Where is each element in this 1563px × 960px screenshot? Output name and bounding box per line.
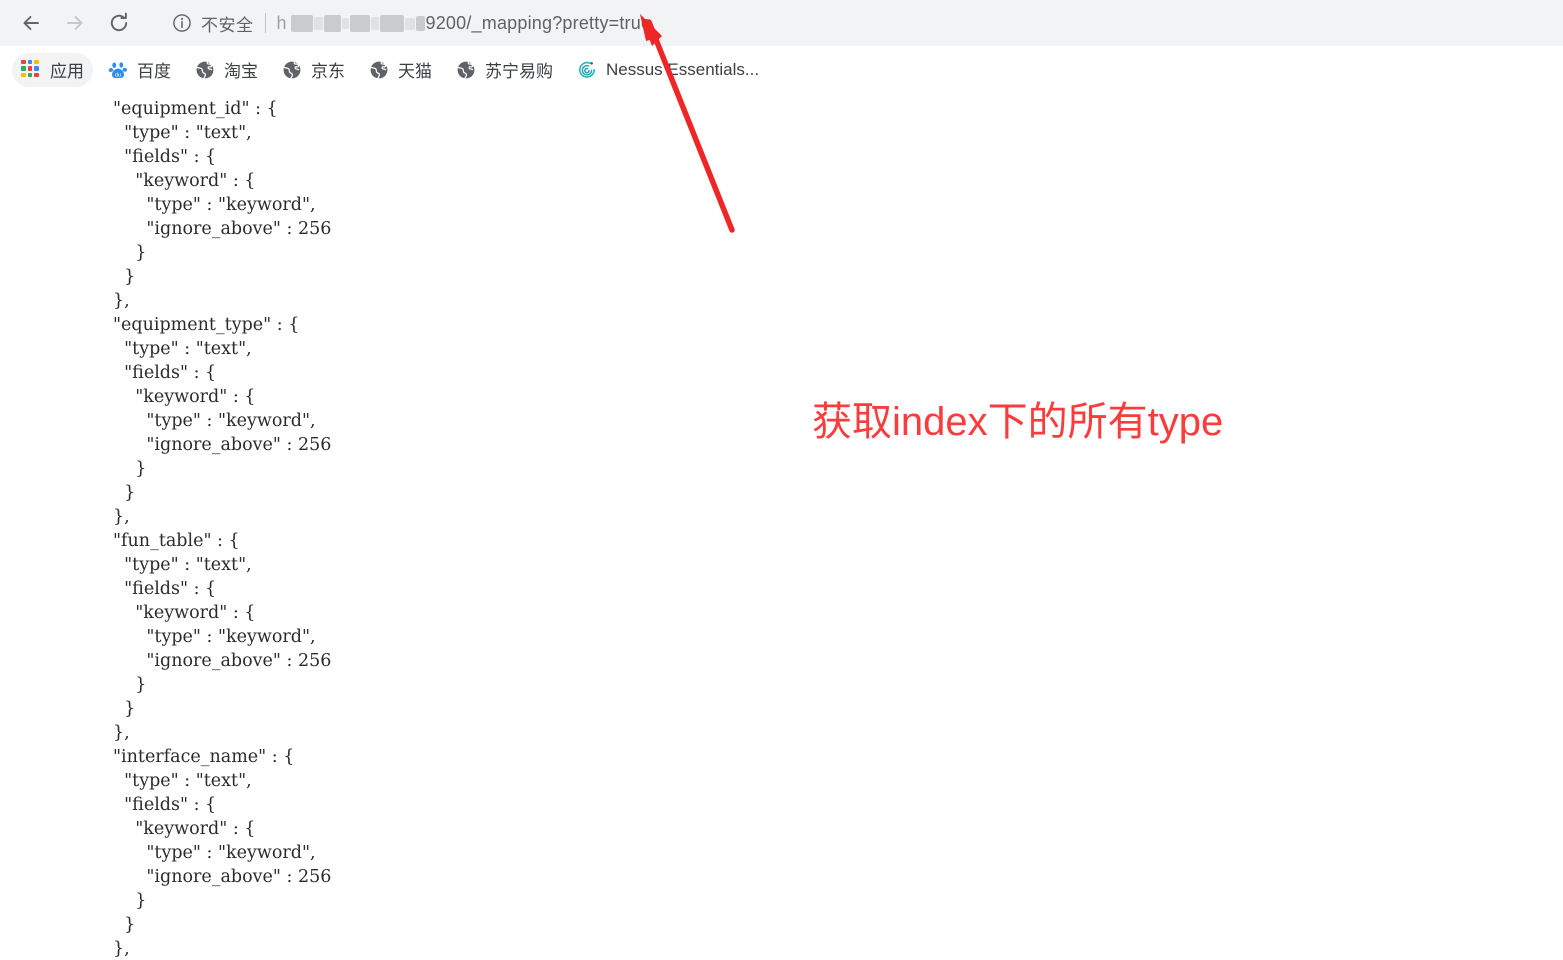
page-content: "equipment_id" : { "type" : "text", "fie…	[0, 93, 1563, 960]
url-text[interactable]: h 9200/_mapping?pretty=true	[277, 12, 652, 34]
arrow-left-icon	[19, 11, 43, 35]
globe-icon	[456, 60, 476, 80]
annotation-note: 获取index下的所有type	[812, 400, 1224, 444]
bookmarks-bar: 应用 du 百度 淘宝 京东 天猫 苏宁易购 Nessus Essentials…	[0, 46, 1563, 93]
bookmark-suning-label: 苏宁易购	[485, 62, 553, 81]
arrow-right-icon	[63, 11, 87, 35]
bookmark-jd-label: 京东	[311, 62, 345, 81]
bookmark-suning[interactable]: 苏宁易购	[447, 53, 562, 87]
bookmark-baidu[interactable]: du 百度	[99, 53, 180, 87]
bookmark-baidu-label: 百度	[137, 62, 171, 81]
globe-icon	[195, 60, 215, 80]
bookmark-tmall[interactable]: 天猫	[360, 53, 441, 87]
security-status-label: 不安全	[201, 15, 254, 35]
bookmark-nessus[interactable]: Nessus Essentials...	[568, 53, 768, 87]
baidu-paw-icon: du	[108, 60, 128, 80]
url-visible-text: 9200/_mapping?pretty=true	[425, 12, 652, 33]
bookmark-apps-label: 应用	[50, 62, 84, 81]
bookmark-apps[interactable]: 应用	[12, 52, 93, 87]
url-redacted-mosaic	[287, 12, 426, 34]
bookmark-tmall-label: 天猫	[398, 62, 432, 81]
svg-text:du: du	[115, 72, 121, 78]
reload-icon	[107, 11, 131, 35]
omnibox-divider	[264, 13, 266, 33]
address-bar[interactable]: 不安全 h 9200/_mapping?pretty=true	[157, 4, 1547, 42]
globe-icon	[282, 60, 302, 80]
browser-toolbar: 不安全 h 9200/_mapping?pretty=true	[0, 0, 1563, 46]
info-circle-icon[interactable]	[172, 13, 192, 33]
bookmark-taobao-label: 淘宝	[224, 62, 258, 81]
back-button[interactable]	[14, 6, 48, 40]
url-prefix: h	[276, 12, 287, 33]
globe-icon	[369, 60, 389, 80]
forward-button	[58, 6, 92, 40]
bookmark-taobao[interactable]: 淘宝	[186, 53, 267, 87]
apps-grid-icon	[21, 59, 41, 80]
mapping-json-body: "equipment_id" : { "type" : "text", "fie…	[113, 99, 332, 959]
bookmark-nessus-label: Nessus Essentials...	[606, 59, 760, 79]
nessus-icon	[577, 60, 597, 80]
reload-button[interactable]	[102, 6, 136, 40]
bookmark-jd[interactable]: 京东	[273, 53, 354, 87]
